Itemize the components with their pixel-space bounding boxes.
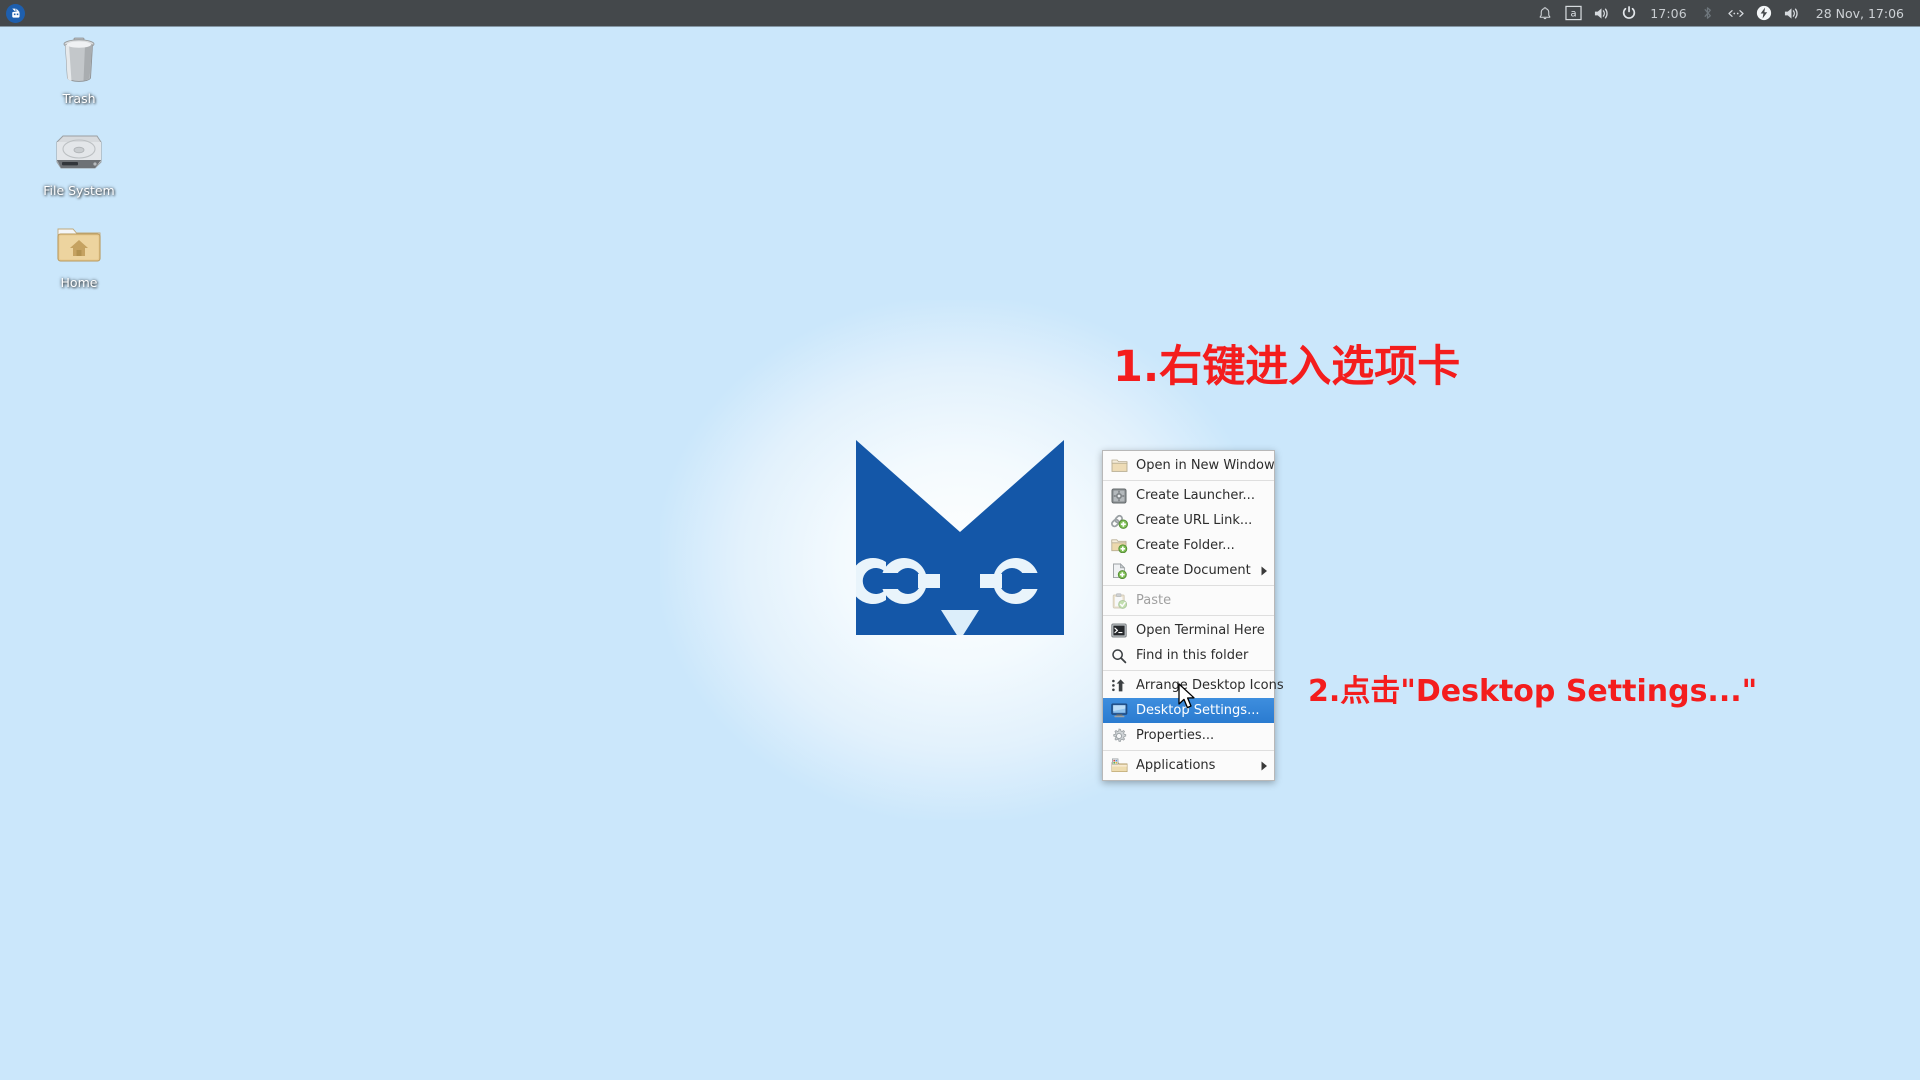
menu-separator [1103,615,1274,616]
submenu-arrow-icon [1258,566,1268,576]
menu-item-label: Applications [1136,758,1216,773]
harddisk-icon [53,126,105,178]
panel-clock[interactable]: 17:06 [1643,6,1694,21]
desktop-icon-label: Trash [62,91,96,106]
folder-icon [1110,457,1128,475]
desktop-icon-label: Home [60,275,98,290]
top-panel: a 17:06 28 Nov, 17:06 [0,0,1920,26]
menu-item-open-in-new-window[interactable]: Open in New Window [1103,453,1275,478]
menu-item-label: Create Launcher... [1136,488,1255,503]
search-icon [1110,647,1128,665]
power-menu-icon[interactable] [1615,0,1643,26]
menu-item-create-document[interactable]: Create Document [1103,558,1274,583]
desktop-icon-file-system[interactable]: File System [26,126,132,198]
menu-item-label: Arrange Desktop Icons [1136,678,1284,693]
desktop-context-menu: Open in New Window Create Launcher... Cr… [1102,450,1284,781]
desktop-settings-icon [1110,702,1128,720]
launcher-icon [1110,487,1128,505]
desktop-icon-label: File System [43,183,115,198]
properties-gear-icon [1110,727,1128,745]
desktop-icon-home[interactable]: Home [26,218,132,290]
svg-text:a: a [1570,9,1576,20]
menu-item-paste: Paste [1103,588,1274,613]
applications-icon [1110,757,1128,775]
menu-separator [1103,480,1274,481]
new-document-icon [1110,562,1128,580]
menu-item-label: Properties... [1136,728,1215,743]
panel-left-section [0,3,25,23]
menu-item-find-in-this-folder[interactable]: Find in this folder [1103,643,1274,668]
paste-icon [1110,592,1128,610]
menu-item-label: Open Terminal Here [1136,623,1265,638]
menu-item-create-folder[interactable]: Create Folder... [1103,533,1274,558]
annotation-step-1: 1.右键进入选项卡 [1113,342,1461,392]
trash-icon [53,34,105,86]
menu-item-desktop-settings[interactable]: Desktop Settings... [1103,698,1274,723]
audio-mixer-icon[interactable] [1778,0,1806,26]
menu-separator [1103,670,1274,671]
new-folder-icon [1110,537,1128,555]
menu-item-label: Create URL Link... [1136,513,1253,528]
menu-separator [1103,750,1274,751]
menu-item-label: Create Document [1136,563,1251,578]
menu-item-applications[interactable]: Applications [1103,753,1274,778]
menu-item-create-url-link[interactable]: Create URL Link... [1103,508,1274,533]
terminal-icon [1110,622,1128,640]
bluetooth-icon[interactable] [1694,0,1722,26]
menu-item-label: Create Folder... [1136,538,1235,553]
desktop-icon-grid: Trash File System Home [26,34,136,310]
url-link-icon [1110,512,1128,530]
submenu-arrow-icon [1258,761,1268,771]
menu-item-label: Find in this folder [1136,648,1249,663]
power-manager-icon[interactable] [1750,0,1778,26]
annotation-step-2: 2.点击"Desktop Settings..." [1308,674,1758,709]
panel-date-time[interactable]: 28 Nov, 17:06 [1806,6,1912,21]
keyboard-layout-indicator[interactable]: a [1559,0,1587,26]
menu-item-open-terminal-here[interactable]: Open Terminal Here [1103,618,1274,643]
applications-launcher-icon[interactable] [6,3,25,23]
desktop-screen: a 17:06 28 Nov, 17:06 Trash File System … [0,0,1920,1080]
menu-item-label: Open in New Window [1136,458,1275,473]
menu-item-label: Desktop Settings... [1136,703,1260,718]
desktop-icon-trash[interactable]: Trash [26,34,132,106]
home-folder-icon [53,218,105,270]
volume-icon[interactable] [1587,0,1615,26]
notification-bell-icon[interactable] [1531,0,1559,26]
menu-item-label: Paste [1136,593,1172,608]
menu-item-create-launcher[interactable]: Create Launcher... [1103,483,1274,508]
xfce-mouse-logo [856,440,1064,635]
arrange-icon [1110,677,1128,695]
menu-item-arrange-desktop-icons[interactable]: Arrange Desktop Icons [1103,673,1284,698]
system-tray: a 17:06 28 Nov, 17:06 [1531,0,1920,26]
network-icon[interactable] [1722,0,1750,26]
menu-item-properties[interactable]: Properties... [1103,723,1274,748]
menu-separator [1103,585,1274,586]
